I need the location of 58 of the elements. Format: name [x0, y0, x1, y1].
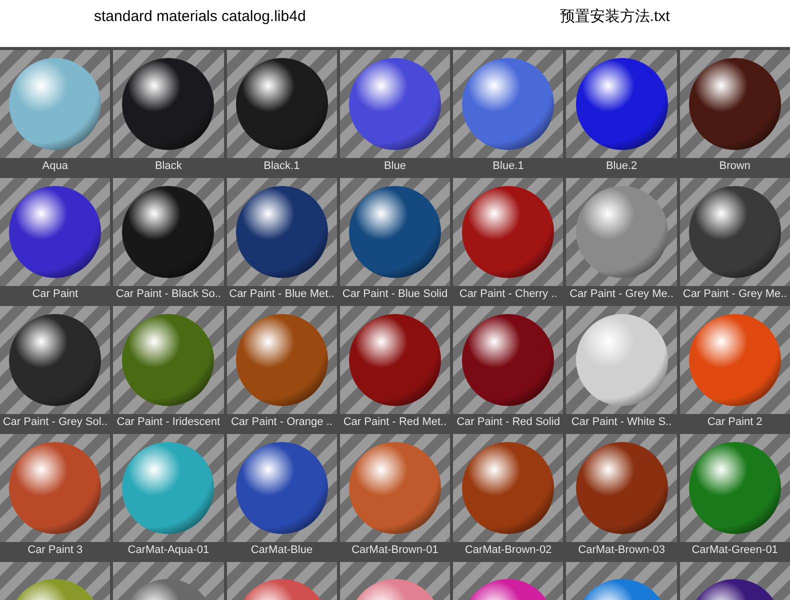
- material-name: Car Paint - Grey Me..: [566, 286, 677, 303]
- material-tile[interactable]: CarMat-Brown-02: [453, 434, 564, 559]
- material-name: CarMat-Green-01: [680, 542, 790, 559]
- material-name: CarMat-Blue: [226, 542, 337, 559]
- material-name: CarMat-Aqua-01: [113, 542, 224, 559]
- material-name: Aqua: [0, 158, 110, 175]
- material-name: Car Paint - Red Met..: [340, 414, 450, 431]
- material-name: Car Paint - Blue Met..: [226, 286, 337, 303]
- material-tile[interactable]: Car Paint - Orange ..: [226, 306, 337, 431]
- material-name: Black.1: [226, 158, 337, 175]
- material-name: CarMat-Brown-01: [340, 542, 450, 559]
- material-tile[interactable]: CarMat-Green-01: [680, 434, 790, 559]
- material-tile[interactable]: Car Paint - Red Solid: [453, 306, 564, 431]
- material-name: Blue.2: [566, 158, 677, 175]
- material-name: Car Paint: [0, 286, 110, 303]
- material-name: Black: [113, 158, 224, 175]
- material-name: CarMat-Brown-03: [566, 542, 677, 559]
- material-tile[interactable]: Car Paint 2: [680, 306, 790, 431]
- material-tile[interactable]: Car Paint - Red Met..: [340, 306, 450, 431]
- material-name: Car Paint - Grey Sol..: [0, 414, 110, 431]
- material-tile[interactable]: Black: [113, 50, 224, 175]
- material-tile[interactable]: Car Paint - Iridescent: [113, 306, 224, 431]
- material-name: Car Paint - Iridescent: [113, 414, 224, 431]
- material-tile[interactable]: Blue.1: [453, 50, 564, 175]
- material-tile[interactable]: Aqua: [0, 50, 110, 175]
- material-tile[interactable]: Car Paint - Grey Me..: [566, 178, 677, 303]
- file-name[interactable]: 预置安装方法.txt: [560, 6, 670, 28]
- material-tile[interactable]: Brown: [680, 50, 790, 175]
- material-tile[interactable]: Car Paint - Grey Me..: [680, 178, 790, 303]
- material-tile[interactable]: Car Paint - White S..: [566, 306, 677, 431]
- material-tile[interactable]: Car Paint: [0, 178, 110, 303]
- material-tile[interactable]: Blue.2: [566, 50, 677, 175]
- material-name: Car Paint - Grey Me..: [680, 286, 790, 303]
- material-tile[interactable]: CarMat-Aqua-01: [113, 434, 224, 559]
- material-tile[interactable]: Car Paint - Cherry ..: [453, 178, 564, 303]
- material-name: Car Paint - Orange ..: [226, 414, 337, 431]
- material-name: Brown: [680, 158, 790, 175]
- material-tile[interactable]: CarMat-Blue: [226, 434, 337, 559]
- material-tile[interactable]: Car Paint - Blue Solid: [340, 178, 450, 303]
- material-tile[interactable]: Car Paint 3: [0, 434, 110, 559]
- material-name: Car Paint - White S..: [566, 414, 677, 431]
- material-tile[interactable]: CarMat-Brown-03: [566, 434, 677, 559]
- material-name: Car Paint - Cherry ..: [453, 286, 564, 303]
- file-name[interactable]: standard materials catalog.lib4d: [94, 6, 306, 28]
- material-name: Car Paint 3: [0, 542, 110, 559]
- material-name: Car Paint - Red Solid: [453, 414, 564, 431]
- material-tile[interactable]: Car Paint - Blue Met..: [226, 178, 337, 303]
- material-name: Blue.1: [453, 158, 564, 175]
- material-name: Car Paint 2: [680, 414, 790, 431]
- material-name: Car Paint - Black So..: [113, 286, 224, 303]
- material-name: CarMat-Brown-02: [453, 542, 564, 559]
- material-tile[interactable]: Black.1: [226, 50, 337, 175]
- material-tile[interactable]: CarMat-Brown-01: [340, 434, 450, 559]
- material-name: Blue: [340, 158, 450, 175]
- material-tile[interactable]: Blue: [340, 50, 450, 175]
- material-name: Car Paint - Blue Solid: [340, 286, 450, 303]
- material-tile[interactable]: Car Paint - Grey Sol..: [0, 306, 110, 431]
- material-tile[interactable]: Car Paint - Black So..: [113, 178, 224, 303]
